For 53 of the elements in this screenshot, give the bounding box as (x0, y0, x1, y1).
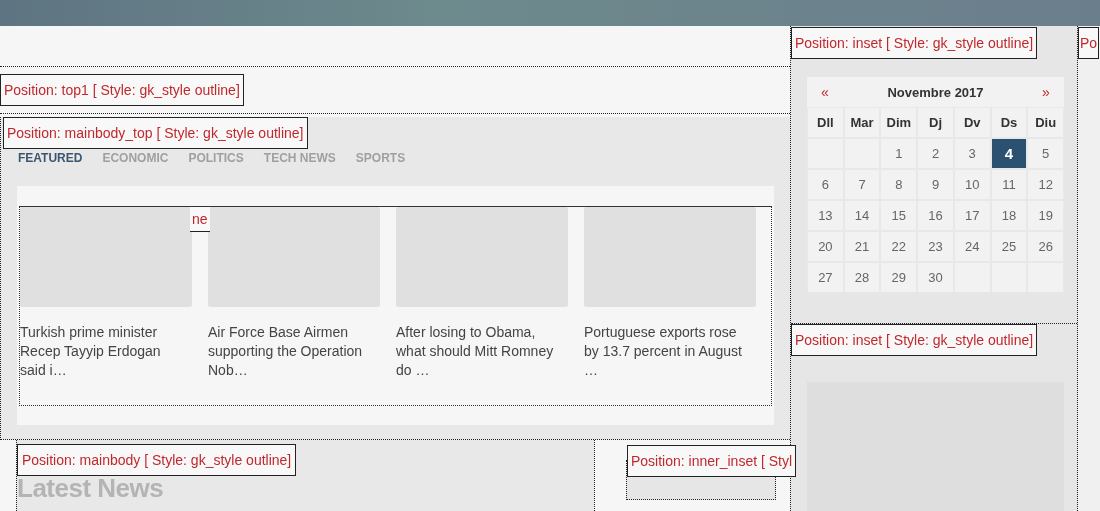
calendar-day[interactable]: 3 (953, 138, 991, 169)
calendar-day[interactable]: 19 (1027, 200, 1065, 231)
article-title[interactable]: Air Force Base Airmen supporting the Operation Nob… (208, 323, 380, 380)
weekday-label: Dll (807, 107, 844, 138)
calendar-day[interactable]: 28 (843, 262, 881, 293)
calendar-day[interactable]: 4 (990, 138, 1028, 169)
weekday-label: Diu (1027, 107, 1065, 138)
article-title[interactable]: After losing to Obama, what should Mitt Romney do … (396, 323, 568, 380)
calendar-day[interactable]: 10 (953, 169, 991, 200)
calendar-day[interactable]: 17 (953, 200, 991, 231)
calendar-day[interactable]: 26 (1027, 231, 1065, 262)
weekday-label: Dv (953, 107, 991, 138)
article-title[interactable]: Turkish prime minister Recep Tayyip Erdogan said i… (20, 323, 192, 380)
article-title[interactable]: Portuguese exports rose by 13.7 percent in August … (584, 323, 756, 380)
weekday-label: Dim (880, 107, 918, 138)
calendar-day[interactable]: 13 (807, 200, 844, 231)
calendar-day[interactable]: 21 (843, 231, 881, 262)
calendar-day[interactable]: 18 (990, 200, 1028, 231)
calendar-day[interactable]: 12 (1027, 169, 1065, 200)
calendar-day[interactable]: 1 (880, 138, 918, 169)
calendar-day[interactable]: 16 (917, 200, 954, 231)
calendar-day[interactable]: 14 (843, 200, 881, 231)
calendar-day[interactable]: 23 (917, 231, 954, 262)
category-tab[interactable]: FEATURED (18, 151, 83, 165)
calendar-day[interactable]: 8 (880, 169, 918, 200)
position-label: Position: inner_inset [ Styl (627, 445, 797, 477)
month-title: Novembre 2017 (886, 84, 985, 100)
calendar-day[interactable]: 6 (807, 169, 844, 200)
position-label: Po (1078, 27, 1100, 59)
calendar-day[interactable]: 5 (1027, 138, 1065, 169)
calendar-day[interactable]: 25 (990, 231, 1028, 262)
calendar-day[interactable]: 27 (807, 262, 844, 293)
weekday-label: Ds (990, 107, 1028, 138)
weekday-label: Dj (917, 107, 954, 138)
previous-month-link[interactable]: « (807, 84, 843, 100)
position-label: Position: top1 [ Style: gk_style outline] (0, 74, 244, 106)
position-label: Position: inset [ Style: gk_style outline] (791, 27, 1038, 59)
calendar-day[interactable]: 7 (843, 169, 881, 200)
calendar-day[interactable]: 15 (880, 200, 918, 231)
calendar-day[interactable]: 29 (880, 262, 918, 293)
calendar-day[interactable]: 24 (953, 231, 991, 262)
calendar-day[interactable]: 30 (917, 262, 954, 293)
position-label: Position: mainbody [ Style: gk_style outline] (17, 444, 297, 476)
next-month-link[interactable]: » (1028, 84, 1064, 100)
calendar-day[interactable]: 11 (990, 169, 1028, 200)
weekday-label: Mar (843, 107, 881, 138)
calendar-day[interactable]: 2 (917, 138, 954, 169)
calendar-day[interactable]: 22 (880, 231, 918, 262)
calendar-day[interactable]: 20 (807, 231, 844, 262)
calendar-day[interactable]: 9 (917, 169, 954, 200)
position-label: Position: inset [ Style: gk_style outline] (791, 324, 1038, 356)
position-label: ne (190, 207, 210, 232)
position-label: Position: mainbody_top [ Style: gk_style outline] (3, 117, 308, 149)
